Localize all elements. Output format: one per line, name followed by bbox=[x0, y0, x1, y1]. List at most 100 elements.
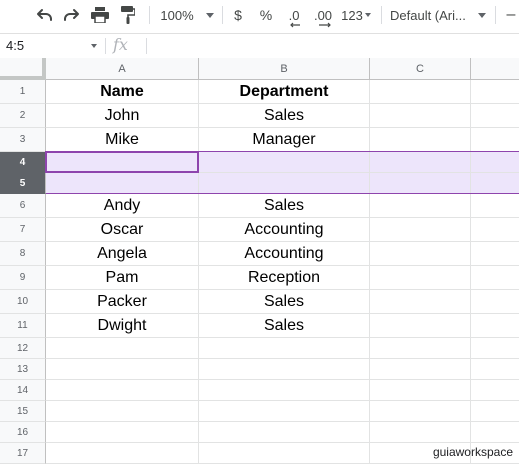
cell[interactable] bbox=[471, 266, 519, 290]
cell[interactable] bbox=[471, 194, 519, 218]
row-header-14[interactable]: 14 bbox=[0, 380, 46, 401]
cell[interactable] bbox=[471, 80, 519, 104]
cell[interactable] bbox=[370, 104, 471, 128]
cell[interactable]: Pam bbox=[46, 266, 199, 290]
name-box[interactable]: 4:5 bbox=[0, 34, 105, 58]
font-family-select[interactable]: Default (Ari... bbox=[390, 0, 486, 30]
cell[interactable]: Department bbox=[199, 80, 370, 104]
cell[interactable]: Sales bbox=[199, 314, 370, 338]
more-formats-select[interactable]: 123 bbox=[340, 0, 372, 30]
percent-format-button[interactable]: % bbox=[258, 0, 274, 30]
cell[interactable] bbox=[471, 128, 519, 152]
row-header-5[interactable]: 5 bbox=[0, 173, 46, 194]
undo-icon[interactable] bbox=[34, 0, 54, 30]
paint-format-icon[interactable] bbox=[118, 0, 138, 30]
cell[interactable] bbox=[471, 152, 519, 173]
cell[interactable] bbox=[46, 422, 199, 443]
formula-input[interactable] bbox=[152, 34, 512, 58]
cell[interactable] bbox=[370, 173, 471, 194]
cell[interactable] bbox=[370, 380, 471, 401]
row-header-4[interactable]: 4 bbox=[0, 152, 46, 173]
cell[interactable] bbox=[370, 80, 471, 104]
row-header-12[interactable]: 12 bbox=[0, 338, 46, 359]
cell[interactable] bbox=[471, 173, 519, 194]
cell[interactable]: John bbox=[46, 104, 199, 128]
row-header-10[interactable]: 10 bbox=[0, 290, 46, 314]
cell[interactable] bbox=[46, 380, 199, 401]
column-header-b[interactable]: B bbox=[199, 58, 370, 80]
cell[interactable] bbox=[370, 194, 471, 218]
cell[interactable] bbox=[370, 152, 471, 173]
column-header-c[interactable]: C bbox=[370, 58, 471, 80]
cell[interactable] bbox=[370, 290, 471, 314]
cell[interactable]: Manager bbox=[199, 128, 370, 152]
print-icon[interactable] bbox=[89, 0, 111, 30]
cell[interactable] bbox=[199, 422, 370, 443]
cell[interactable] bbox=[370, 242, 471, 266]
cell[interactable] bbox=[199, 380, 370, 401]
cell[interactable] bbox=[471, 290, 519, 314]
row-header-16[interactable]: 16 bbox=[0, 422, 46, 443]
column-header-a[interactable]: A bbox=[46, 58, 199, 80]
row-header-8[interactable]: 8 bbox=[0, 242, 46, 266]
column-header-d[interactable] bbox=[471, 58, 519, 80]
row-header-7[interactable]: 7 bbox=[0, 218, 46, 242]
cell[interactable] bbox=[370, 314, 471, 338]
cell[interactable] bbox=[199, 401, 370, 422]
cell[interactable] bbox=[199, 359, 370, 380]
cell[interactable]: Mike bbox=[46, 128, 199, 152]
cell[interactable]: Accounting bbox=[199, 242, 370, 266]
cell[interactable] bbox=[471, 422, 519, 443]
cell[interactable] bbox=[46, 152, 199, 173]
row-header-15[interactable]: 15 bbox=[0, 401, 46, 422]
cell[interactable] bbox=[471, 338, 519, 359]
cell[interactable]: Packer bbox=[46, 290, 199, 314]
cell[interactable]: Accounting bbox=[199, 218, 370, 242]
cell[interactable] bbox=[46, 173, 199, 194]
increase-decimal-button[interactable]: .00 bbox=[311, 0, 335, 30]
cell[interactable] bbox=[199, 152, 370, 173]
cell[interactable] bbox=[46, 401, 199, 422]
cell[interactable]: Sales bbox=[199, 194, 370, 218]
cell[interactable] bbox=[370, 401, 471, 422]
cell[interactable] bbox=[46, 338, 199, 359]
cell[interactable] bbox=[370, 359, 471, 380]
decrease-font-size-button[interactable]: – bbox=[505, 0, 517, 30]
cell[interactable]: Angela bbox=[46, 242, 199, 266]
redo-icon[interactable] bbox=[62, 0, 82, 30]
row-header-3[interactable]: 3 bbox=[0, 128, 46, 152]
row-header-9[interactable]: 9 bbox=[0, 266, 46, 290]
cell[interactable]: Oscar bbox=[46, 218, 199, 242]
zoom-select[interactable]: 100% bbox=[158, 0, 216, 30]
cell[interactable] bbox=[471, 380, 519, 401]
cell[interactable] bbox=[370, 128, 471, 152]
row-header-2[interactable]: 2 bbox=[0, 104, 46, 128]
currency-format-button[interactable]: $ bbox=[231, 0, 245, 30]
row-header-13[interactable]: 13 bbox=[0, 359, 46, 380]
cell[interactable]: Sales bbox=[199, 290, 370, 314]
cell[interactable]: Dwight bbox=[46, 314, 199, 338]
cell[interactable] bbox=[471, 314, 519, 338]
cell[interactable] bbox=[46, 443, 199, 464]
cell[interactable] bbox=[370, 338, 471, 359]
cell[interactable]: Reception bbox=[199, 266, 370, 290]
cell[interactable]: Sales bbox=[199, 104, 370, 128]
cell[interactable] bbox=[199, 443, 370, 464]
cell[interactable] bbox=[471, 242, 519, 266]
cell[interactable] bbox=[370, 266, 471, 290]
decrease-decimal-button[interactable]: .0 bbox=[284, 0, 304, 30]
cell[interactable]: Name bbox=[46, 80, 199, 104]
cell[interactable] bbox=[471, 359, 519, 380]
row-header-11[interactable]: 11 bbox=[0, 314, 46, 338]
cell[interactable] bbox=[471, 401, 519, 422]
cell[interactable] bbox=[370, 422, 471, 443]
row-header-1[interactable]: 1 bbox=[0, 80, 46, 104]
cell[interactable] bbox=[471, 104, 519, 128]
cell[interactable]: Andy bbox=[46, 194, 199, 218]
row-header-17[interactable]: 17 bbox=[0, 443, 46, 464]
cell[interactable] bbox=[199, 338, 370, 359]
cell[interactable] bbox=[471, 218, 519, 242]
cell[interactable] bbox=[370, 218, 471, 242]
cell[interactable] bbox=[46, 359, 199, 380]
row-header-6[interactable]: 6 bbox=[0, 194, 46, 218]
